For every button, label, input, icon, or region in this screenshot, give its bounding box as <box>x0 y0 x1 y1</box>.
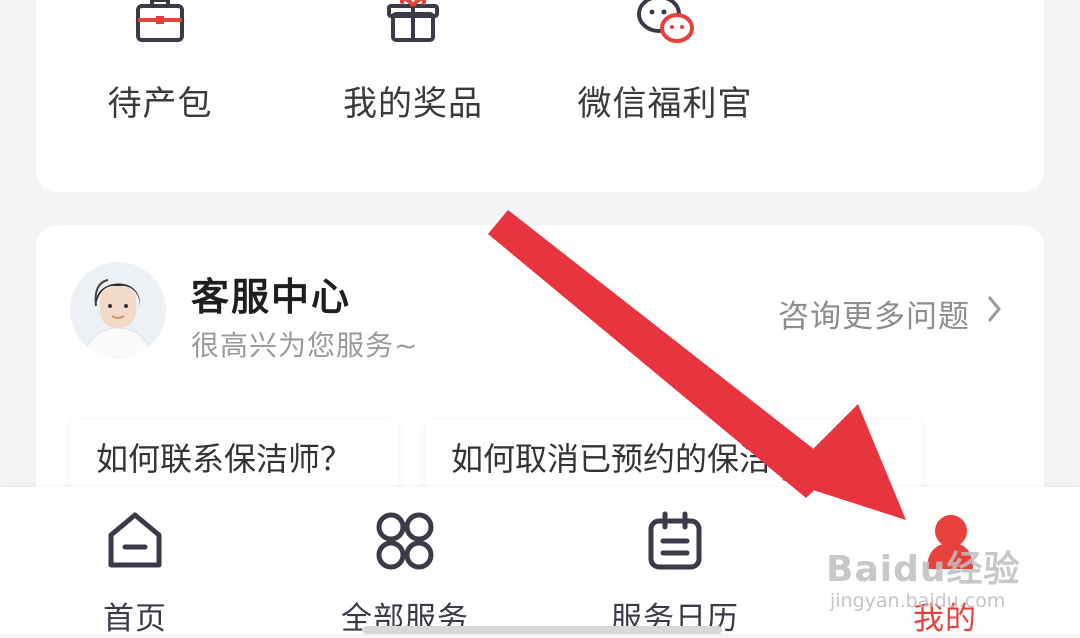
more-questions-link[interactable]: 咨询更多问题 <box>778 291 970 336</box>
shortcut-wechat-benefits[interactable]: 微信福利官 <box>555 0 775 150</box>
bottom-tab-bar: 首页 全部服务 服务日历 我的 <box>0 487 1080 637</box>
grid-icon <box>376 512 434 570</box>
shortcut-label: 我的奖品 <box>343 84 483 124</box>
tab-home[interactable]: 首页 <box>0 487 270 637</box>
chevron-right-icon[interactable] <box>986 294 1002 324</box>
shortcut-label: 微信福利官 <box>577 84 753 124</box>
home-icon <box>108 512 162 568</box>
tab-my-profile[interactable]: 我的 <box>810 487 1080 637</box>
bag-icon <box>136 0 184 42</box>
shortcut-my-prizes[interactable]: 我的奖品 <box>303 0 523 150</box>
service-center-title: 客服中心 <box>191 275 352 319</box>
profile-icon <box>927 515 973 569</box>
wechat-chat-icon <box>637 0 694 43</box>
shortcut-label: 待产包 <box>107 84 213 124</box>
tab-all-services[interactable]: 全部服务 <box>270 487 540 637</box>
service-center-subtitle: 很高兴为您服务~ <box>191 329 419 362</box>
tab-label: 首页 <box>103 601 167 637</box>
home-indicator <box>362 626 722 634</box>
shortcut-maternity-bag[interactable]: 待产包 <box>50 0 270 150</box>
tab-service-calendar[interactable]: 服务日历 <box>540 487 810 637</box>
gift-icon <box>387 0 439 42</box>
tab-label: 我的 <box>913 601 977 637</box>
customer-service-avatar <box>70 262 166 358</box>
calendar-icon <box>648 511 702 570</box>
